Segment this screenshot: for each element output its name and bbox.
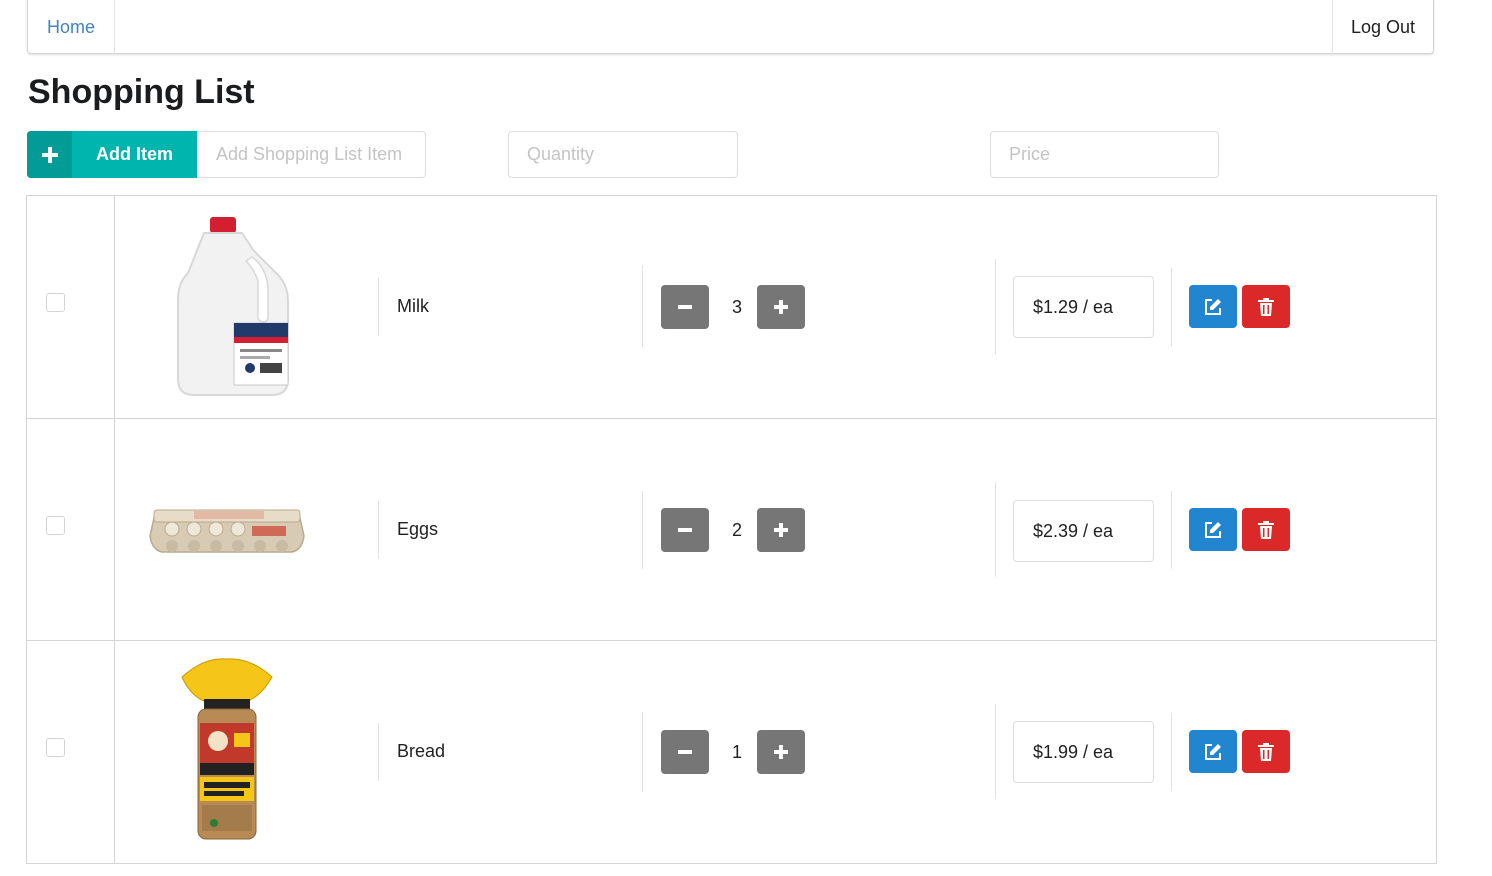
delete-button[interactable] [1242, 285, 1290, 328]
table-row: Bread 1 $1.99 / ea [27, 640, 1436, 862]
minus-icon [678, 305, 692, 309]
quantity-input[interactable] [508, 131, 738, 178]
minus-icon [678, 750, 692, 754]
add-item-button[interactable]: Add Item [27, 131, 197, 178]
edit-icon [1205, 298, 1221, 315]
increment-button[interactable] [757, 730, 805, 774]
item-name: Eggs [397, 519, 439, 539]
item-name-input[interactable] [197, 131, 426, 178]
item-quantity: 3 [731, 297, 742, 317]
milk-jug-image [142, 211, 312, 401]
column-divider [995, 704, 996, 799]
item-checkbox[interactable] [46, 516, 65, 535]
edit-icon [1205, 521, 1221, 538]
item-price: $2.39 / ea [1013, 500, 1154, 562]
minus-icon [678, 528, 692, 532]
plus-icon [774, 523, 788, 537]
add-item-label: Add Item [95, 144, 173, 164]
plus-icon [774, 300, 788, 314]
edit-button[interactable] [1189, 730, 1237, 773]
decrement-button[interactable] [661, 285, 709, 329]
column-divider [378, 278, 379, 336]
plus-icon [27, 131, 72, 178]
column-divider [995, 259, 996, 354]
column-divider [642, 712, 643, 792]
item-name: Milk [397, 296, 429, 316]
item-name: Bread [397, 741, 446, 761]
column-divider [378, 723, 379, 781]
decrement-button[interactable] [661, 508, 709, 552]
decrement-button[interactable] [661, 730, 709, 774]
top-menu: Home Log Out [27, 0, 1434, 54]
trash-icon [1258, 520, 1274, 539]
page-title: Shopping List [28, 73, 255, 111]
item-quantity: 2 [731, 520, 742, 540]
edit-icon [1205, 743, 1221, 760]
increment-button[interactable] [757, 285, 805, 329]
column-divider [1171, 268, 1172, 346]
increment-button[interactable] [757, 508, 805, 552]
shopping-list-table: Milk 3 $1.29 / ea Eggs 2 $2.39 / ea Brea… [26, 195, 1437, 864]
trash-icon [1258, 742, 1274, 761]
edit-button[interactable] [1189, 508, 1237, 551]
column-divider [995, 482, 996, 577]
item-quantity: 1 [731, 742, 742, 762]
price-input[interactable] [990, 131, 1219, 178]
plus-icon [774, 745, 788, 759]
bread-loaf-image [142, 655, 312, 845]
edit-button[interactable] [1189, 285, 1237, 328]
column-divider [378, 501, 379, 559]
delete-button[interactable] [1242, 730, 1290, 773]
column-divider [1171, 491, 1172, 569]
table-row: Milk 3 $1.29 / ea [27, 196, 1436, 418]
column-divider [1171, 713, 1172, 791]
table-row: Eggs 2 $2.39 / ea [27, 418, 1436, 640]
column-divider [642, 491, 643, 569]
egg-carton-image [142, 434, 312, 624]
column-divider [642, 265, 643, 347]
item-checkbox[interactable] [46, 293, 65, 312]
item-price: $1.99 / ea [1013, 721, 1154, 783]
item-checkbox[interactable] [46, 738, 65, 757]
item-price: $1.29 / ea [1013, 276, 1154, 338]
logout-link[interactable]: Log Out [1332, 0, 1433, 54]
delete-button[interactable] [1242, 508, 1290, 551]
home-link[interactable]: Home [28, 0, 115, 54]
trash-icon [1258, 297, 1274, 316]
